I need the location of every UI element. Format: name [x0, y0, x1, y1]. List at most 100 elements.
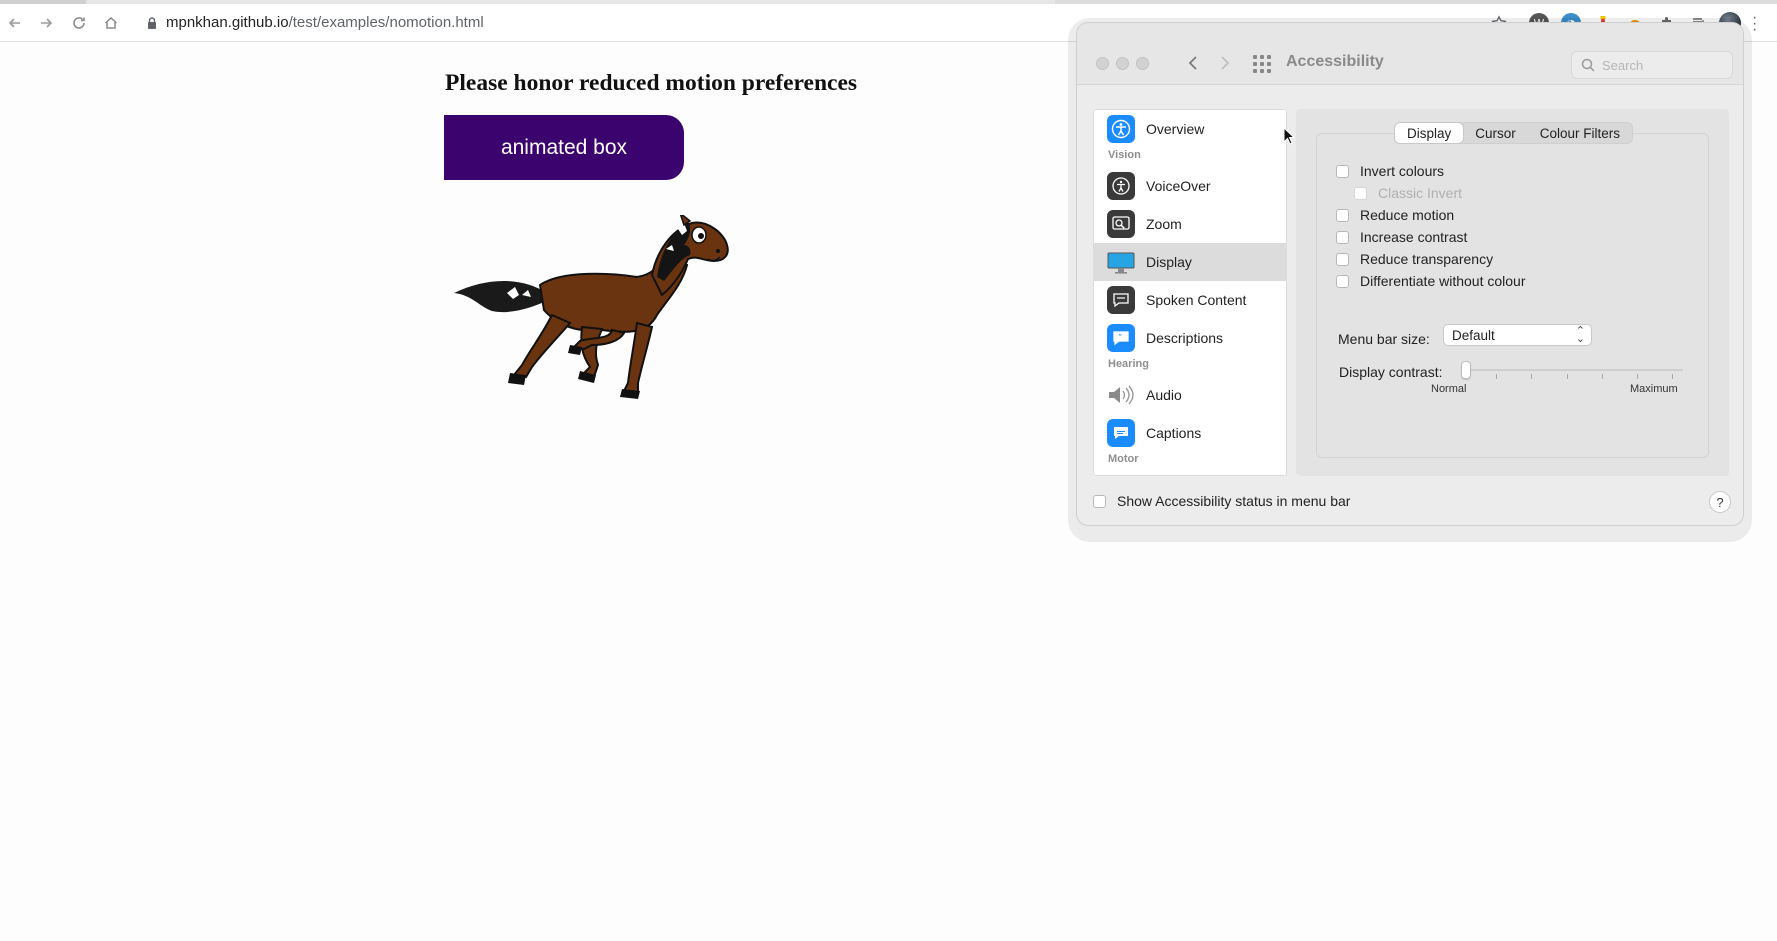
home-button[interactable]	[100, 12, 122, 34]
sidebar-item-display[interactable]: Display	[1094, 243, 1286, 281]
arrow-right-icon	[41, 18, 53, 28]
back-nav-button[interactable]	[1183, 51, 1203, 75]
slider-tick	[1637, 374, 1638, 379]
reduce-transparency-checkbox[interactable]: Reduce transparency	[1336, 251, 1493, 267]
slider-tick	[1602, 374, 1603, 379]
zoom-window-button[interactable]	[1136, 57, 1149, 70]
checkbox-label: Differentiate without colour	[1360, 273, 1526, 289]
sidebar-item-zoom[interactable]: Zoom	[1094, 205, 1286, 243]
kebab-menu-icon[interactable]: · · ·	[1752, 10, 1757, 38]
page-heading: Please honor reduced motion preferences	[445, 70, 858, 96]
sidebar: Overview Vision VoiceOver Zoom Display S	[1093, 109, 1287, 476]
checkbox-label: Show Accessibility status in menu bar	[1117, 493, 1351, 509]
tab-bar: Display Cursor Colour Filters	[1394, 122, 1634, 144]
invert-colours-checkbox[interactable]: Invert colours	[1336, 163, 1444, 179]
show-all-grid-icon[interactable]	[1253, 55, 1273, 73]
checkbox-box[interactable]	[1093, 494, 1106, 508]
arrow-left-icon	[8, 18, 20, 28]
window-title: Accessibility	[1286, 53, 1384, 70]
accessibility-icon	[1107, 115, 1135, 143]
classic-invert-checkbox: Classic Invert	[1354, 185, 1462, 201]
home-icon	[104, 16, 118, 29]
checkbox-label: Classic Invert	[1378, 185, 1463, 201]
mouse-pointer-icon	[1283, 127, 1295, 145]
checkbox-box[interactable]	[1336, 252, 1349, 266]
running-horse-image	[454, 215, 729, 399]
checkbox-box[interactable]	[1336, 230, 1349, 244]
search-field[interactable]	[1571, 51, 1733, 79]
slider-tick	[1531, 374, 1532, 379]
checkbox-label: Increase contrast	[1360, 229, 1468, 245]
increase-contrast-checkbox[interactable]: Increase contrast	[1336, 229, 1467, 245]
address-bar[interactable]: mpnkhan.github.io/test/examples/nomotion…	[166, 14, 484, 32]
checkbox-box[interactable]	[1336, 164, 1349, 178]
reduce-motion-checkbox[interactable]: Reduce motion	[1336, 207, 1454, 223]
svg-text:”: ”	[1118, 333, 1122, 342]
checkbox-label: Reduce motion	[1360, 207, 1455, 223]
checkbox-label: Invert colours	[1360, 163, 1445, 179]
sidebar-item-captions[interactable]: Captions	[1094, 414, 1286, 452]
speech-bubble-icon	[1107, 286, 1135, 314]
settings-pane: Display Cursor Colour Filters Invert col…	[1296, 109, 1729, 476]
sidebar-item-descriptions[interactable]: ” Descriptions	[1094, 319, 1286, 357]
slider-min-label: Normal	[1431, 383, 1467, 395]
window-titlebar: Accessibility	[1077, 23, 1743, 85]
chevron-up-down-icon: ⌃ ⌄	[1575, 325, 1585, 345]
slider-tick	[1672, 374, 1673, 379]
sidebar-item-voiceover[interactable]: VoiceOver	[1094, 167, 1286, 205]
menu-bar-size-value: Default	[1452, 327, 1495, 343]
chevron-right-icon	[1221, 56, 1230, 70]
url-path: /test/examples/nomotion.html	[288, 14, 484, 31]
sidebar-item-overview[interactable]: Overview	[1094, 110, 1286, 148]
animated-box-label: animated box	[500, 135, 628, 159]
differentiate-without-colour-checkbox[interactable]: Differentiate without colour	[1336, 273, 1526, 289]
sidebar-item-audio[interactable]: Audio	[1094, 376, 1286, 414]
sidebar-section-vision: Vision	[1108, 149, 1141, 161]
sidebar-item-label: Audio	[1146, 387, 1182, 403]
forward-nav-button[interactable]	[1215, 51, 1235, 75]
sidebar-item-label: Spoken Content	[1146, 292, 1247, 308]
sidebar-item-label: Display	[1146, 254, 1192, 270]
minimize-window-button[interactable]	[1116, 57, 1129, 70]
slider-tick	[1496, 374, 1497, 379]
menu-bar-size-label: Menu bar size:	[1338, 331, 1430, 347]
sidebar-item-label: Captions	[1146, 425, 1202, 441]
tab-display[interactable]: Display	[1395, 123, 1464, 143]
voiceover-icon	[1107, 172, 1135, 200]
zoom-icon	[1107, 210, 1135, 238]
checkbox-box[interactable]	[1336, 208, 1349, 222]
checkbox-box	[1354, 186, 1367, 200]
display-icon	[1107, 249, 1135, 277]
close-window-button[interactable]	[1096, 57, 1109, 70]
search-icon	[1581, 58, 1595, 72]
display-settings-box	[1316, 133, 1709, 458]
show-status-in-menu-bar-checkbox[interactable]: Show Accessibility status in menu bar	[1093, 493, 1350, 509]
slider-max-label: Maximum	[1630, 383, 1678, 395]
tab-colour-filters[interactable]: Colour Filters	[1528, 123, 1632, 143]
captions-icon	[1107, 419, 1135, 447]
search-input[interactable]	[1602, 56, 1727, 74]
accessibility-window: Accessibility Overview Vision VoiceOver …	[1076, 22, 1744, 526]
reload-icon	[73, 17, 85, 29]
quote-bubble-icon: ”	[1107, 324, 1135, 352]
sidebar-item-spoken-content[interactable]: Spoken Content	[1094, 281, 1286, 319]
slider-tick	[1567, 374, 1568, 379]
sidebar-section-hearing: Hearing	[1108, 358, 1149, 370]
sidebar-item-label: Zoom	[1146, 216, 1182, 232]
back-button[interactable]	[4, 12, 26, 34]
url-host: mpnkhan.github.io	[166, 14, 289, 31]
checkbox-box[interactable]	[1336, 274, 1349, 288]
animated-box: animated box	[444, 115, 684, 180]
chevron-left-icon	[1188, 56, 1197, 70]
reload-button[interactable]	[68, 12, 90, 34]
help-button[interactable]: ?	[1709, 491, 1731, 513]
tab-cursor[interactable]: Cursor	[1463, 123, 1528, 143]
sidebar-section-motor: Motor	[1108, 453, 1139, 465]
sidebar-item-label: VoiceOver	[1146, 178, 1211, 194]
lock-icon[interactable]	[145, 16, 159, 30]
forward-button[interactable]	[35, 12, 57, 34]
menu-bar-size-select[interactable]: Default ⌃ ⌄	[1443, 324, 1592, 346]
slider-track	[1461, 369, 1683, 371]
sidebar-item-label: Overview	[1146, 121, 1205, 137]
slider-thumb[interactable]	[1461, 361, 1471, 379]
